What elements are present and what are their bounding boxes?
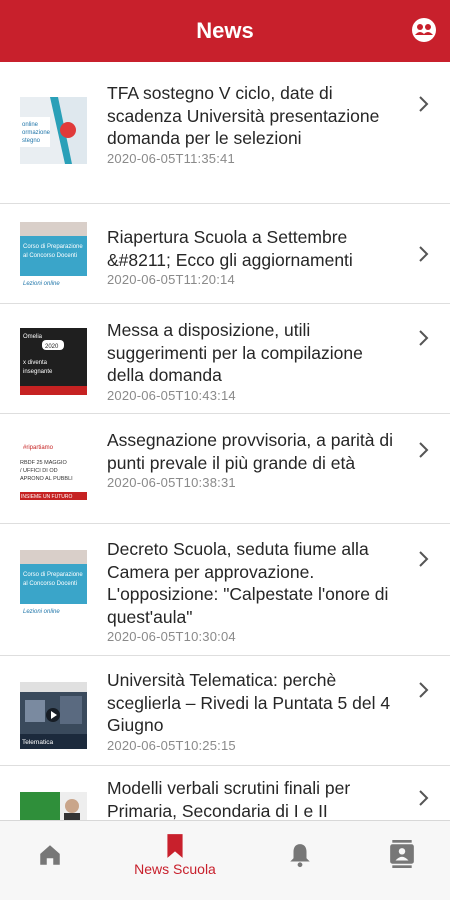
article-thumbnail: Corso di Preparazione al Concorso Docent…	[20, 222, 87, 289]
contacts-round-icon[interactable]	[410, 16, 438, 44]
article-title: Messa a disposizione, utili suggerimenti…	[107, 320, 363, 385]
thumb-text: APRONO AL PUBBLI	[20, 476, 73, 482]
article-date: 2020-06-05T10:30:04	[107, 629, 236, 644]
thumb-text: Lezioni online	[23, 609, 60, 615]
thumb-text: x diventa	[23, 360, 48, 366]
article-title: Riapertura Scuola a Settembre &#8211; Ec…	[107, 227, 353, 270]
chevron-right-icon	[419, 246, 429, 262]
article-date: 2020-06-05T10:43:14	[107, 387, 236, 403]
list-item[interactable]: Corso di Preparazione al Concorso Docent…	[0, 524, 450, 656]
thumb-text: Omelia	[23, 334, 43, 340]
article-thumbnail: Omelia 2020 x diventa insegnante	[20, 328, 87, 395]
thumb-text: 2020	[45, 344, 59, 350]
tab-notifications[interactable]	[272, 821, 328, 900]
article-thumbnail: Telematica	[20, 682, 87, 749]
article-title: Modelli verbali scrutini finali per Prim…	[107, 778, 351, 820]
thumb-text: INSIEME UN FUTURO	[21, 494, 73, 500]
tab-news-scuola[interactable]: News Scuola	[110, 821, 240, 900]
thumb-text: Telematica	[22, 739, 53, 746]
article-date: 2020-06-05T11:20:14	[107, 272, 235, 287]
article-date: 2020-06-05T11:35:41	[107, 150, 235, 166]
article-title: Assegnazione provvisoria, a parità di pu…	[107, 430, 393, 473]
chevron-right-icon	[419, 551, 429, 567]
chevron-right-icon	[419, 442, 429, 458]
chevron-right-icon	[419, 96, 429, 112]
tab-contacts[interactable]	[374, 821, 430, 900]
chevron-right-icon	[419, 790, 429, 806]
article-date: 2020-06-05T10:25:15	[107, 737, 236, 753]
article-date: 2020-06-05T10:38:31	[107, 475, 236, 490]
list-item[interactable]: #ripartiamo RBDF 25 MAGGIO / UFFICI DI O…	[0, 414, 450, 524]
chevron-right-icon	[419, 330, 429, 346]
article-title: Decreto Scuola, seduta fiume alla Camera…	[107, 539, 389, 627]
thumb-text: online	[22, 122, 39, 128]
thumb-text: stegno	[22, 138, 41, 144]
thumb-text: al Concorso Docenti	[23, 253, 77, 259]
thumb-text: / UFFICI DI OD	[20, 468, 58, 474]
contacts-book-icon	[390, 840, 414, 868]
bottom-tab-bar: News Scuola	[0, 820, 450, 900]
bookmark-icon	[167, 834, 183, 858]
article-thumbnail: online ormazione stegno	[20, 97, 87, 164]
thumb-text: Lezioni online	[23, 281, 60, 287]
list-item[interactable]: online ormazione stegno TFA sostegno V c…	[0, 62, 450, 204]
list-item[interactable]: Modelli verbali scrutini finali per Prim…	[0, 766, 450, 820]
chevron-right-icon	[419, 682, 429, 698]
list-item[interactable]: Telematica Università Telematica: perchè…	[0, 656, 450, 766]
thumb-text: RBDF 25 MAGGIO	[20, 460, 67, 466]
bell-icon	[290, 844, 310, 868]
article-title: Università Telematica: perchè sceglierla…	[107, 670, 391, 735]
article-title: TFA sostegno V ciclo, date di scadenza U…	[107, 83, 380, 148]
app-header: News	[0, 0, 450, 62]
thumb-text: #ripartiamo	[23, 445, 54, 451]
thumb-text: insegnante	[23, 369, 53, 375]
thumb-text: Corso di Preparazione	[23, 572, 83, 578]
thumb-text: ormazione	[22, 130, 51, 136]
article-thumbnail: #ripartiamo RBDF 25 MAGGIO / UFFICI DI O…	[20, 440, 87, 507]
tab-home[interactable]	[22, 821, 78, 900]
article-thumbnail	[20, 792, 87, 820]
news-list[interactable]: online ormazione stegno TFA sostegno V c…	[0, 62, 450, 820]
tab-label: News Scuola	[134, 861, 216, 877]
article-thumbnail: Corso di Preparazione al Concorso Docent…	[20, 550, 87, 617]
home-icon	[40, 845, 60, 865]
page-title: News	[196, 18, 254, 43]
list-item[interactable]: Omelia 2020 x diventa insegnante Messa a…	[0, 304, 450, 414]
thumb-text: al Concorso Docenti	[23, 581, 77, 587]
thumb-text: Corso di Preparazione	[23, 244, 83, 250]
list-item[interactable]: Corso di Preparazione al Concorso Docent…	[0, 204, 450, 304]
